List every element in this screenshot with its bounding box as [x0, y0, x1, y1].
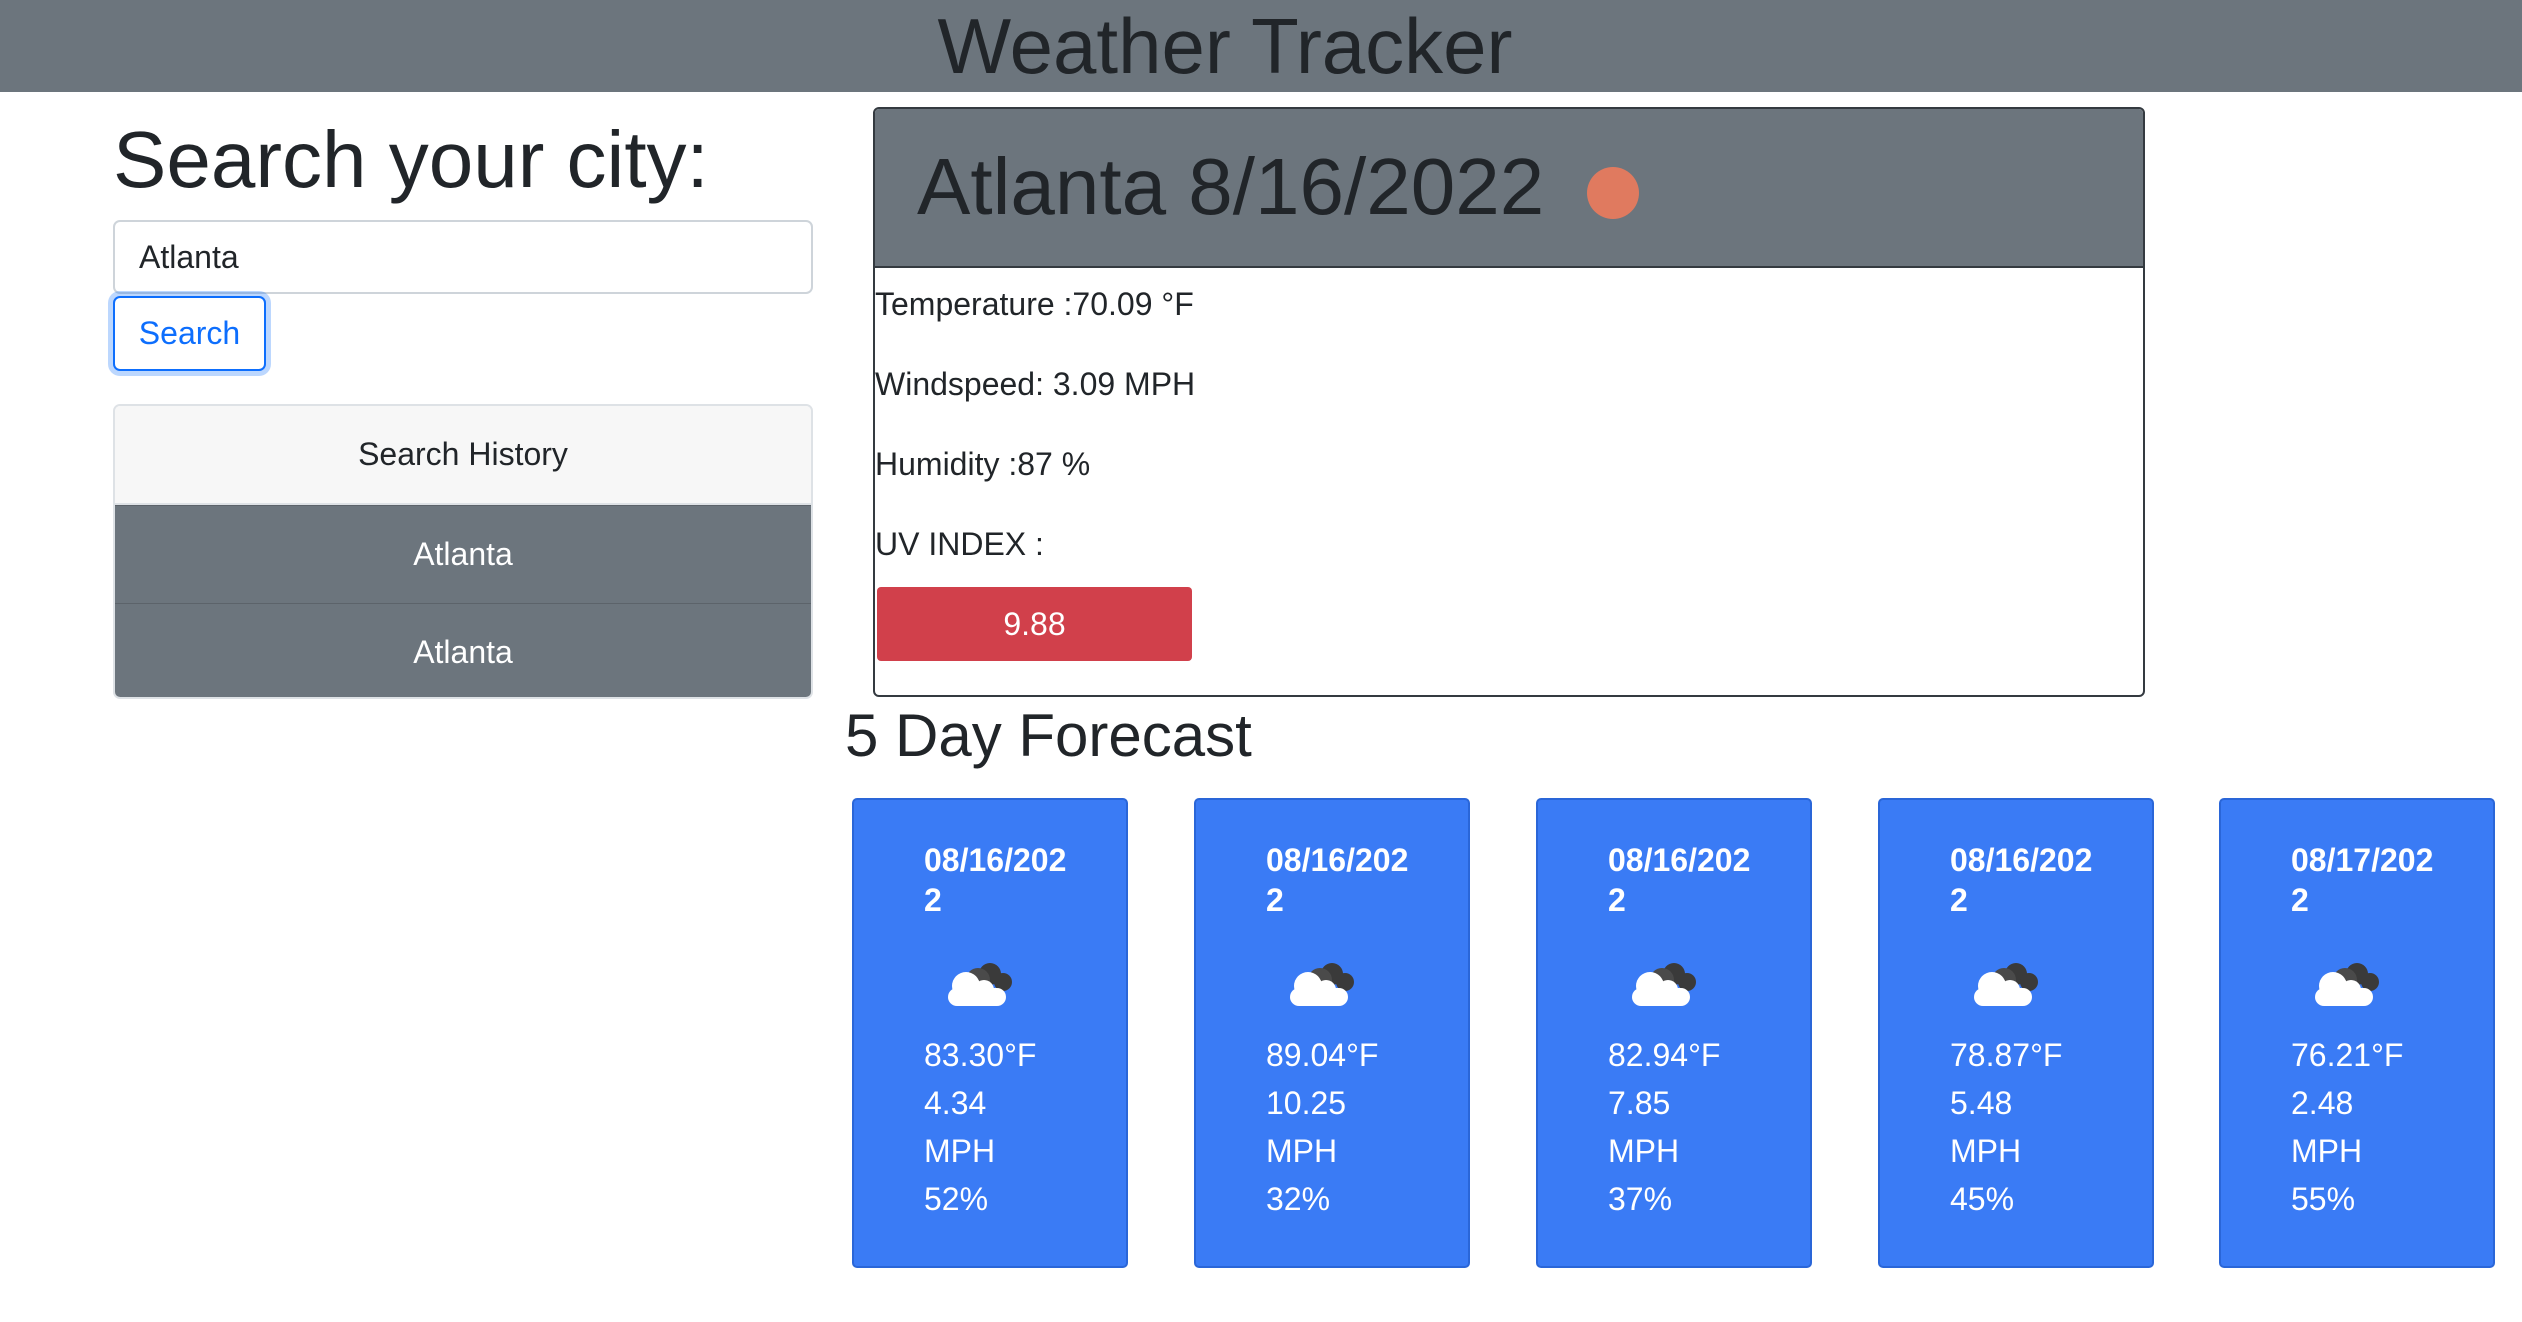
forecast-wind: 4.34 [924, 1085, 987, 1121]
page-title: Weather Tracker [937, 2, 1513, 90]
forecast-temp: 89.04°F [1266, 1037, 1379, 1073]
forecast-humidity: 32% [1266, 1181, 1331, 1217]
forecast-wind: 10.25 [1266, 1085, 1347, 1121]
forecast-card: 08/17/2022 76.21°F 2.48 MPH 55% [2219, 798, 2495, 1268]
temperature-text: Temperature :70.09 °F [875, 286, 1194, 322]
cloud-icon [948, 963, 1012, 1006]
current-weather-card: Atlanta 8/16/2022 Temperature :70.09 °F … [873, 107, 2145, 697]
forecast-date: 08/16/2022 [1950, 842, 2093, 918]
search-heading: Search your city: [113, 115, 709, 204]
forecast-wind-unit: MPH [924, 1133, 996, 1169]
search-history-header: Search History [115, 406, 811, 505]
humidity-text: Humidity :87 % [875, 446, 1091, 482]
forecast-date: 08/17/2022 [2291, 842, 2434, 918]
cloud-icon [1974, 963, 2038, 1006]
forecast-card: 08/16/2022 82.94°F 7.85 MPH 37% [1536, 798, 1812, 1268]
current-weather-header: Atlanta 8/16/2022 [875, 109, 2143, 268]
forecast-wind-unit: MPH [1266, 1133, 1338, 1169]
forecast-card: 08/16/2022 83.30°F 4.34 MPH 52% [852, 798, 1128, 1268]
search-input[interactable] [113, 220, 813, 294]
search-history: Search History Atlanta Atlanta [113, 404, 813, 699]
forecast-wind: 2.48 [2291, 1085, 2354, 1121]
history-item[interactable]: Atlanta [115, 505, 811, 603]
forecast-date: 08/16/2022 [924, 842, 1067, 918]
forecast-heading: 5 Day Forecast [845, 702, 1252, 769]
forecast-temp: 78.87°F [1950, 1037, 2063, 1073]
forecast-card: 08/16/2022 89.04°F 10.25 MPH 32% [1194, 798, 1470, 1268]
forecast-humidity: 37% [1608, 1181, 1673, 1217]
header-bar: Weather Tracker [0, 0, 2522, 92]
cloud-icon [1290, 963, 1354, 1006]
forecast-wind-unit: MPH [1950, 1133, 2022, 1169]
cloud-icon [1632, 963, 1696, 1006]
forecast-temp: 76.21°F [2291, 1037, 2404, 1073]
forecast-wind: 5.48 [1950, 1085, 2013, 1121]
forecast-date: 08/16/2022 [1266, 842, 1409, 918]
forecast-humidity: 45% [1950, 1181, 2015, 1217]
forecast-date: 08/16/2022 [1608, 842, 1751, 918]
forecast-card: 08/16/2022 78.87°F 5.48 MPH 45% [1878, 798, 2154, 1268]
forecast-wind-unit: MPH [2291, 1133, 2363, 1169]
history-item[interactable]: Atlanta [115, 603, 811, 697]
uv-index-badge: 9.88 [877, 587, 1192, 661]
sun-icon [1587, 167, 1639, 219]
forecast-wind-unit: MPH [1608, 1133, 1680, 1169]
forecast-humidity: 52% [924, 1181, 989, 1217]
current-city-date: Atlanta 8/16/2022 [917, 142, 1545, 231]
uv-index-label: UV INDEX : [875, 526, 1044, 562]
forecast-wind: 7.85 [1608, 1085, 1671, 1121]
forecast-temp: 82.94°F [1608, 1037, 1721, 1073]
search-button[interactable]: Search [113, 296, 266, 371]
windspeed-text: Windspeed: 3.09 MPH [875, 366, 1196, 402]
cloud-icon [2315, 963, 2379, 1006]
forecast-humidity: 55% [2291, 1181, 2356, 1217]
forecast-temp: 83.30°F [924, 1037, 1037, 1073]
